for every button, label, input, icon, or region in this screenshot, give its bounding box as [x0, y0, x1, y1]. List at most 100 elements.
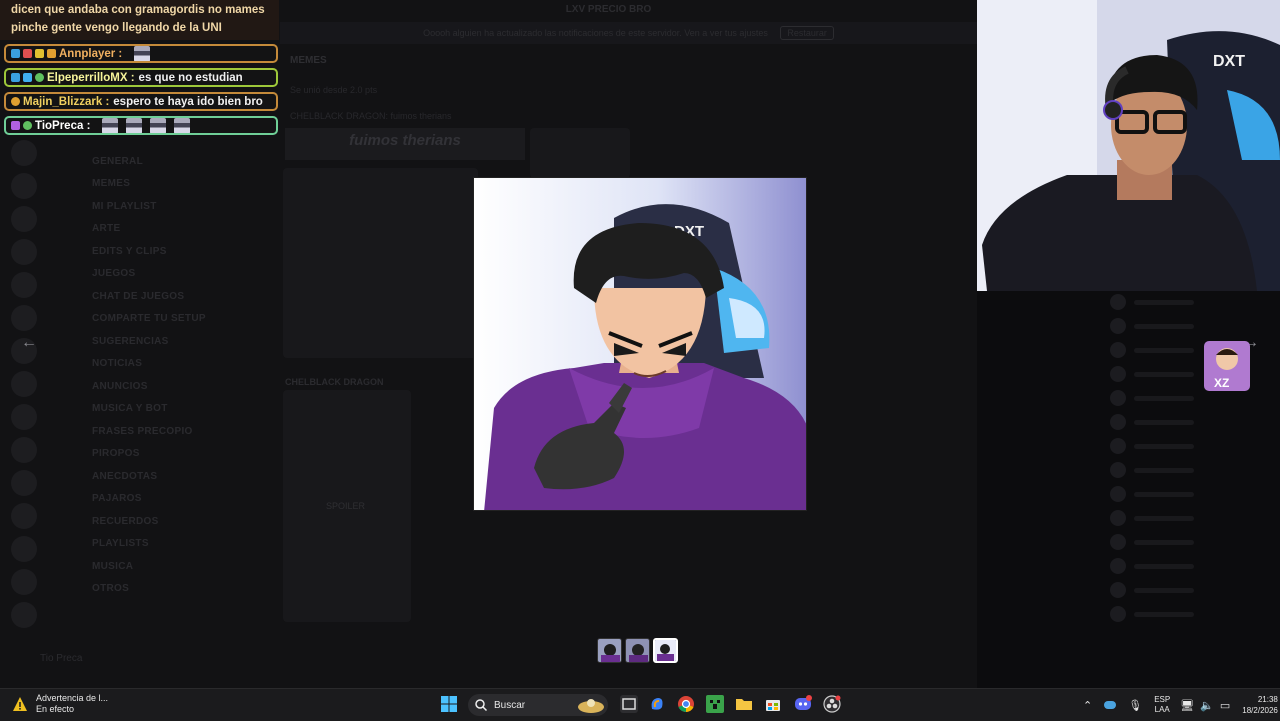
prev-image-button[interactable]: ←: [20, 334, 38, 352]
chat-username: Annplayer :: [59, 47, 123, 60]
badge-icon: [23, 49, 32, 58]
chat-message: ElpeperrilloMX : es que no estudian: [4, 68, 278, 87]
minecraft-icon[interactable]: [706, 695, 724, 713]
image-card: [530, 128, 630, 178]
current-user: Tio Preca: [40, 653, 83, 664]
clock[interactable]: 21:38 18/2/2026: [1242, 694, 1278, 716]
store-icon[interactable]: [764, 695, 782, 713]
weather-title: Advertencia de l...: [36, 693, 109, 703]
badge-icon: [11, 97, 20, 106]
copilot-icon[interactable]: [648, 695, 666, 713]
badge-icon: [35, 49, 44, 58]
badge-icon: [35, 73, 44, 82]
message-line: CHELBLACK DRAGON: fuimos therians: [290, 111, 452, 121]
banner-text: Ooooh alguien ha actualizado las notific…: [423, 28, 768, 38]
emote-icon: [126, 118, 143, 133]
warning-icon: [13, 697, 27, 711]
badge-icon: [11, 73, 20, 82]
chair-logo: DXT: [1213, 53, 1245, 70]
channel-item[interactable]: RECUERDOS: [44, 510, 240, 533]
channel-item[interactable]: PIROPOS: [44, 443, 240, 466]
thumbnail-selected[interactable]: [653, 638, 678, 663]
badge-icon: [11, 49, 20, 58]
thumbnail-strip: [597, 638, 678, 663]
chat-message-top: dicen que andaba con gramagordis no mame…: [0, 0, 279, 40]
chrome-icon[interactable]: [677, 695, 695, 713]
badge-icon: [23, 73, 32, 82]
chevron-up-icon[interactable]: ⌃: [1083, 699, 1092, 712]
chat-message: TioPreca :: [4, 116, 278, 135]
server-list: [0, 140, 44, 680]
thumbnail[interactable]: [597, 638, 622, 663]
language-indicator[interactable]: ESP LAA: [1154, 695, 1170, 715]
channel-item[interactable]: PLAYLISTS: [44, 533, 240, 556]
search-highlight-icon: [578, 699, 604, 713]
badge-icon: [47, 49, 56, 58]
taskbar-search[interactable]: Buscar: [468, 694, 608, 716]
emote-icon: [102, 118, 119, 133]
channel-item[interactable]: MEMES: [44, 173, 240, 196]
emote-icon: [174, 118, 191, 133]
svg-text:XZ: XZ: [1214, 376, 1229, 390]
language-layout: LAA: [1154, 705, 1170, 714]
spoiler-label: SPOILER: [326, 501, 366, 511]
sticker-image: XZ: [1204, 341, 1250, 391]
chat-username: ElpeperrilloMX :: [47, 71, 135, 84]
channel-item[interactable]: JUEGOS: [44, 263, 240, 286]
channel-item[interactable]: ANUNCIOS: [44, 375, 240, 398]
message-line: Se unió desde 2.0 pts: [290, 85, 378, 95]
language-code: ESP: [1154, 695, 1171, 704]
battery-icon[interactable]: ▭: [1220, 699, 1230, 712]
channel-header: MEMES: [290, 55, 327, 66]
channel-item[interactable]: OTROS: [44, 578, 240, 601]
viewer-image: DXT: [473, 177, 807, 511]
channel-item[interactable]: GENERAL: [44, 150, 240, 173]
message-author: CHELBLACK DRAGON: [285, 377, 384, 387]
emote-icon: [150, 118, 167, 133]
channel-item[interactable]: COMPARTE TU SETUP: [44, 308, 240, 331]
windows-start-icon[interactable]: [440, 695, 458, 713]
chat-text: pinche gente vengo llegando de la UNI: [11, 22, 222, 34]
microphone-icon[interactable]: 🎙: [1128, 699, 1142, 712]
channel-item[interactable]: ANECDOTAS: [44, 465, 240, 488]
onedrive-icon[interactable]: [1104, 701, 1117, 709]
channel-item[interactable]: MUSICA: [44, 555, 240, 578]
chat-username: TioPreca :: [35, 119, 91, 132]
obs-icon[interactable]: [823, 695, 841, 713]
system-tray: ⌃ 🎙 ESP LAA 🖥 🔈 ▭ 21:38 18/2/2026 🔔: [1083, 689, 1280, 721]
image-card: [283, 168, 478, 358]
badge-icon: [23, 121, 32, 130]
channel-item[interactable]: NOTICIAS: [44, 353, 240, 376]
banner-button[interactable]: Restaurar: [780, 26, 834, 40]
chat-message: Annplayer :: [4, 44, 278, 63]
webcam-feed: DXT: [977, 0, 1280, 291]
file-explorer-icon[interactable]: [735, 695, 753, 713]
weather-widget[interactable]: Advertencia de l... En efecto: [12, 693, 108, 715]
channel-item[interactable]: EDITS Y CLIPS: [44, 240, 240, 263]
search-icon: [475, 699, 488, 712]
search-label: Buscar: [494, 699, 526, 711]
chat-text: espero te haya ido bien bro: [113, 95, 263, 108]
channel-item[interactable]: SUGERENCIAS: [44, 330, 240, 353]
chat-username: Majin_Blizzark :: [23, 95, 110, 108]
volume-icon[interactable]: 🔈: [1200, 699, 1214, 712]
notification-banner: Ooooh alguien ha actualizado las notific…: [280, 22, 977, 44]
channel-list: GENERAL MEMES MI PLAYLIST ARTE EDITS Y C…: [44, 150, 240, 650]
chat-text: dicen que andaba con gramagordis no mame…: [11, 4, 265, 16]
channel-item[interactable]: MUSICA Y BOT: [44, 398, 240, 421]
weather-subtitle: En efecto: [36, 704, 75, 714]
cartoon-illustration: DXT: [474, 178, 806, 510]
card-title: fuimos therians: [285, 128, 525, 160]
chat-message: Majin_Blizzark : espero te haya ido bien…: [4, 92, 278, 111]
channel-item[interactable]: FRASES PRECOPIO: [44, 420, 240, 443]
discord-icon[interactable]: [794, 695, 812, 713]
network-icon[interactable]: 🖥: [1180, 699, 1194, 712]
channel-item[interactable]: ARTE: [44, 218, 240, 241]
task-view-icon[interactable]: [620, 695, 638, 713]
clock-time: 21:38: [1257, 695, 1278, 704]
chat-text: es que no estudian: [138, 71, 243, 84]
channel-item[interactable]: PAJAROS: [44, 488, 240, 511]
thumbnail[interactable]: [625, 638, 650, 663]
channel-item[interactable]: CHAT DE JUEGOS: [44, 285, 240, 308]
channel-item[interactable]: MI PLAYLIST: [44, 195, 240, 218]
